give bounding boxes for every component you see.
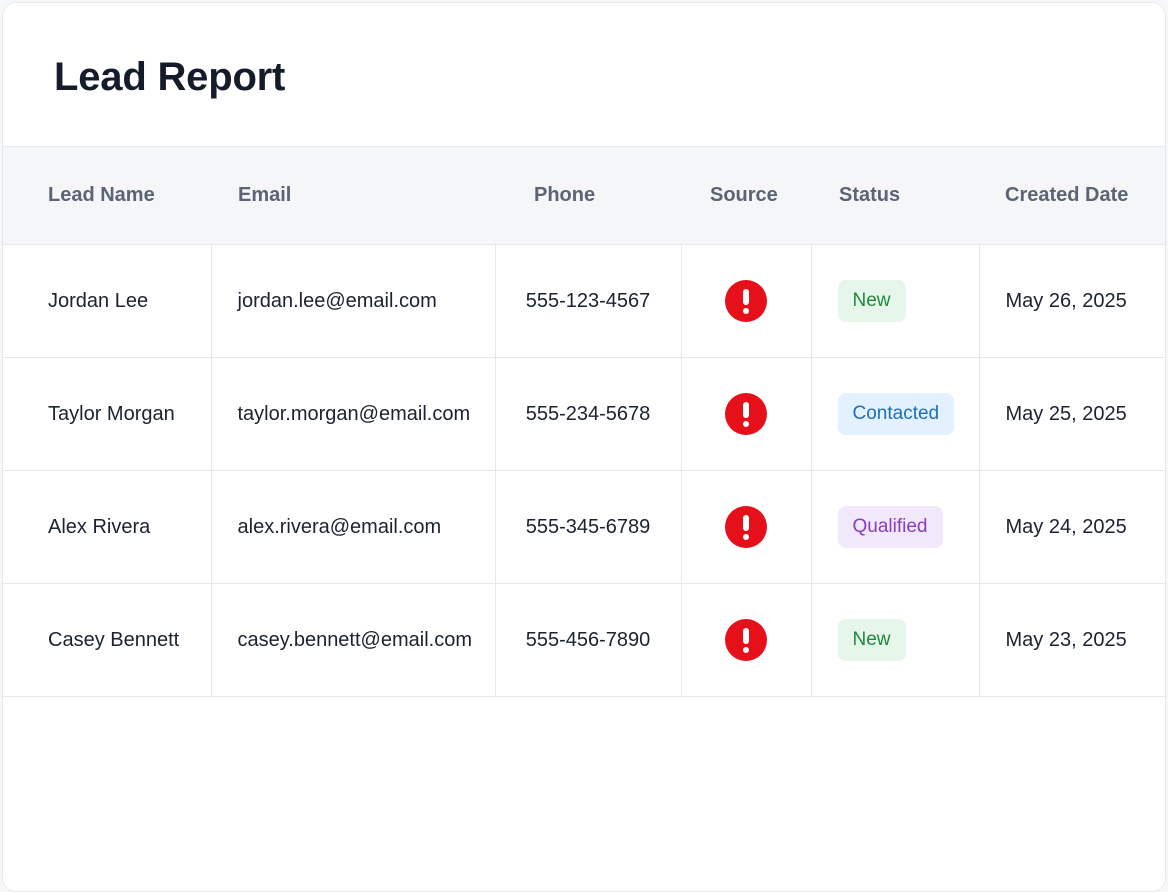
phone-cell: 555-123-4567 [495,244,682,358]
phone-cell: 555-345-6789 [495,470,682,584]
email-cell: jordan.lee@email.com [211,244,496,358]
created-date-cell: May 23, 2025 [979,583,1165,697]
column-header-created-date[interactable]: Created Date [979,146,1165,245]
page-title: Lead Report [54,55,286,99]
column-header-source[interactable]: Source [681,146,811,245]
table-row[interactable]: Taylor Morgan taylor.morgan@email.com 55… [3,357,1165,471]
source-cell [681,244,812,358]
alert-icon [725,280,767,322]
column-header-email[interactable]: Email [211,146,495,245]
status-badge: New [837,619,906,661]
status-cell: New [811,244,980,358]
created-date-cell: May 24, 2025 [979,470,1165,584]
column-header-phone[interactable]: Phone [495,146,681,245]
table-row[interactable]: Alex Rivera alex.rivera@email.com 555-34… [3,470,1165,584]
table-row[interactable]: Casey Bennett casey.bennett@email.com 55… [3,583,1165,697]
lead-name-cell: Alex Rivera [3,470,212,584]
leads-table: Lead Name Email Phone Source Status Crea… [3,146,1165,697]
alert-icon [725,393,767,435]
column-header-status[interactable]: Status [811,146,979,245]
source-cell [681,470,812,584]
table-header: Lead Name Email Phone Source Status Crea… [3,146,1165,245]
source-cell [681,583,812,697]
lead-name-cell: Taylor Morgan [3,357,212,471]
lead-report-card: Lead Report Lead Name Email Phone Source… [2,2,1166,892]
status-cell: New [811,583,980,697]
email-cell: taylor.morgan@email.com [211,357,496,471]
table-row[interactable]: Jordan Lee jordan.lee@email.com 555-123-… [3,244,1165,358]
lead-name-cell: Casey Bennett [3,583,212,697]
header-row: Lead Name Email Phone Source Status Crea… [3,146,1165,245]
lead-name-cell: Jordan Lee [3,244,212,358]
status-cell: Qualified [811,470,980,584]
created-date-cell: May 26, 2025 [979,244,1165,358]
alert-icon [725,619,767,661]
status-badge: Qualified [837,506,943,548]
table-body: Jordan Lee jordan.lee@email.com 555-123-… [3,244,1165,697]
source-cell [681,357,812,471]
phone-cell: 555-456-7890 [495,583,682,697]
alert-icon [725,506,767,548]
created-date-cell: May 25, 2025 [979,357,1165,471]
phone-cell: 555-234-5678 [495,357,682,471]
status-cell: Contacted [811,357,980,471]
email-cell: casey.bennett@email.com [211,583,496,697]
status-badge: Contacted [837,393,955,435]
email-cell: alex.rivera@email.com [211,470,496,584]
column-header-lead-name[interactable]: Lead Name [3,146,211,245]
status-badge: New [837,280,906,322]
